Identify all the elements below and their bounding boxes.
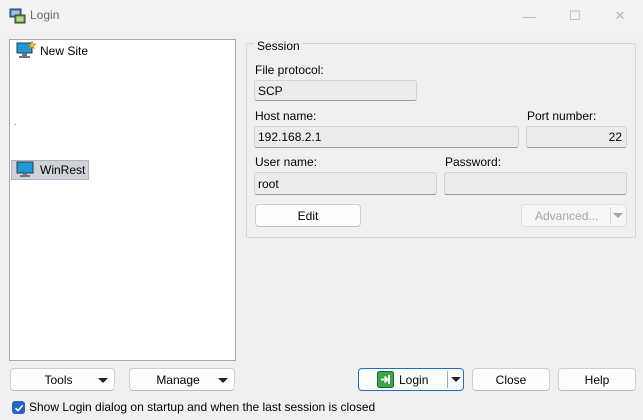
new-site-icon xyxy=(16,39,37,62)
manage-button[interactable]: Manage xyxy=(129,368,235,391)
user-name-label: User name: xyxy=(255,155,318,169)
site-tree-item-winrest[interactable]: WinRest xyxy=(11,160,90,181)
site-tree-item-label: WinRest xyxy=(40,163,86,177)
file-protocol-select[interactable]: SCP xyxy=(254,80,417,101)
chevron-down-icon xyxy=(218,378,228,383)
maximize-button[interactable]: ☐ xyxy=(552,0,598,32)
password-field[interactable] xyxy=(444,172,627,195)
edit-button[interactable]: Edit xyxy=(255,204,361,227)
app-icon xyxy=(9,8,26,24)
close-window-button[interactable]: ✕ xyxy=(597,0,643,32)
host-name-field[interactable]: 192.168.2.1 xyxy=(254,126,519,148)
login-button[interactable]: Login xyxy=(358,368,464,391)
startup-checkbox-label[interactable]: Show Login dialog on startup and when th… xyxy=(29,400,375,414)
session-group-label: Session xyxy=(254,39,303,53)
host-name-label: Host name: xyxy=(255,109,317,123)
computer-icon xyxy=(16,160,36,181)
tools-button-label: Tools xyxy=(44,372,73,387)
advanced-dropdown-arrow[interactable] xyxy=(613,213,623,218)
port-number-label: Port number: xyxy=(527,109,597,123)
close-button[interactable]: Close xyxy=(472,368,550,391)
minimize-button[interactable]: — xyxy=(506,0,552,32)
tree-line xyxy=(14,124,16,125)
window-title: Login xyxy=(30,8,60,22)
file-protocol-label: File protocol: xyxy=(255,63,324,77)
checkmark-icon xyxy=(14,404,23,412)
login-icon xyxy=(377,371,394,388)
advanced-button[interactable]: Advanced... xyxy=(521,204,627,227)
site-tree-item-new-site[interactable]: New Site xyxy=(12,39,91,62)
login-dropdown-arrow[interactable] xyxy=(451,377,461,382)
password-label: Password: xyxy=(445,155,502,169)
advanced-button-label: Advanced... xyxy=(535,208,599,223)
chevron-down-icon xyxy=(98,378,108,383)
startup-checkbox[interactable] xyxy=(12,401,25,414)
site-tree[interactable] xyxy=(9,39,236,361)
chevron-down-icon xyxy=(613,213,623,218)
login-button-label: Login xyxy=(399,372,429,387)
tools-button[interactable]: Tools xyxy=(10,368,115,391)
chevron-down-icon xyxy=(451,377,461,382)
login-split-divider xyxy=(447,371,448,388)
help-button[interactable]: Help xyxy=(558,368,636,391)
advanced-split-divider xyxy=(610,207,611,224)
port-number-field[interactable]: 22 xyxy=(526,126,627,148)
user-name-field[interactable]: root xyxy=(254,172,437,195)
manage-button-label: Manage xyxy=(156,372,200,387)
site-tree-item-label: New Site xyxy=(40,44,89,58)
